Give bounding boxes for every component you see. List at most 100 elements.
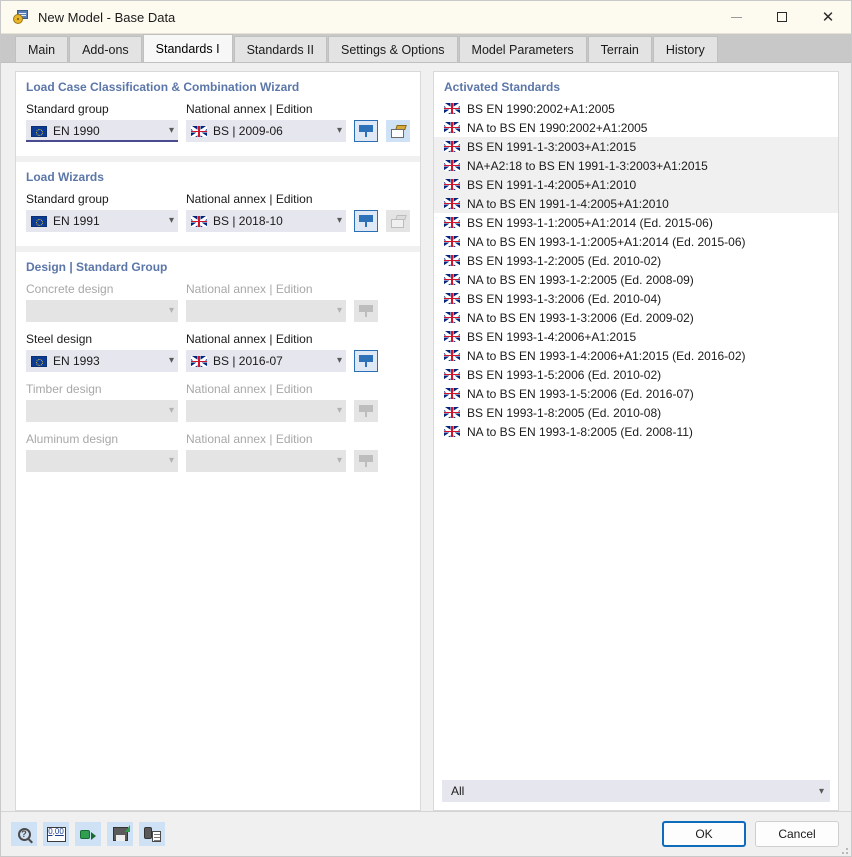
base-data-dialog: New Model - Base Data ✕ Main Add-ons Stand… (0, 0, 852, 857)
resize-grip[interactable] (838, 844, 848, 854)
list-item[interactable]: NA to BS EN 1991-1-4:2005+A1:2010 (434, 194, 838, 213)
steel-design-filter-button[interactable] (354, 350, 378, 372)
list-item[interactable]: BS EN 1993-1-8:2005 (Ed. 2010-08) (434, 403, 838, 422)
list-item-label: BS EN 1993-1-3:2006 (Ed. 2010-04) (467, 291, 662, 306)
activated-standards-list[interactable]: BS EN 1990:2002+A1:2005 NA to BS EN 1990:… (434, 99, 838, 774)
units-decimal-places-icon[interactable]: 0,00 (43, 822, 69, 846)
timber-design-annex-field: National annex | Edition ▾ (186, 382, 346, 422)
filter-funnel-icon (359, 404, 373, 418)
standard-group-label: Standard group (26, 192, 109, 206)
group-title: Load Case Classification & Combination W… (26, 80, 300, 94)
minimize-icon[interactable] (713, 1, 759, 33)
cancel-button[interactable]: Cancel (755, 821, 839, 847)
tab-standards-ii[interactable]: Standards II (233, 36, 327, 62)
list-item[interactable]: NA to BS EN 1993-1-5:2006 (Ed. 2016-07) (434, 384, 838, 403)
standard-group-select-0[interactable]: EN 1990 ▾ (26, 120, 178, 142)
close-icon[interactable]: ✕ (805, 1, 851, 33)
uk-flag-icon (444, 388, 460, 399)
timber-design-filter-button (354, 400, 378, 422)
aluminum-design-select: ▾ (26, 450, 178, 472)
national-annex-select-1[interactable]: BS | 2018-10 ▾ (186, 210, 346, 232)
list-item[interactable]: BS EN 1993-1-4:2006+A1:2015 (434, 327, 838, 346)
list-item-label: NA to BS EN 1991-1-4:2005+A1:2010 (467, 196, 669, 211)
group-load-wizards: Load Wizards Standard group EN 1991 ▾ Nation… (16, 156, 420, 246)
footer-toolbar: ? 0,00 (11, 822, 165, 846)
field-row: Standard group EN 1991 ▾ National annex | E… (26, 192, 410, 232)
list-item[interactable]: BS EN 1993-1-3:2006 (Ed. 2010-04) (434, 289, 838, 308)
national-annex-label: National annex | Edition (186, 102, 313, 116)
standard-group-select-1-flag-icon (31, 215, 47, 227)
uk-flag-icon (444, 103, 460, 114)
list-item[interactable]: NA to BS EN 1993-1-1:2005+A1:2014 (Ed. 2… (434, 232, 838, 251)
national-annex-label: National annex | Edition (186, 282, 313, 296)
national-annex-select-1-value: BS | 2018-10 (213, 214, 283, 228)
tab-standards-i[interactable]: Standards I (142, 34, 233, 62)
standards-filter-bar: All ▾ (434, 774, 838, 810)
standards-filter-select[interactable]: All ▾ (442, 780, 830, 802)
copy-from-model-icon[interactable] (139, 822, 165, 846)
national-annex-select-0[interactable]: BS | 2009-06 ▾ (186, 120, 346, 142)
steel-design-annex-select[interactable]: BS | 2016-07 ▾ (186, 350, 346, 372)
annex-filter-button-1[interactable] (354, 210, 378, 232)
group-design-standard: Design | Standard Group Concrete design ▾ N… (16, 246, 420, 492)
group-title: Design | Standard Group (26, 260, 168, 274)
list-item[interactable]: BS EN 1993-1-5:2006 (Ed. 2010-02) (434, 365, 838, 384)
list-item[interactable]: BS EN 1991-1-4:2005+A1:2010 (434, 175, 838, 194)
uk-flag-icon (444, 407, 460, 418)
list-item[interactable]: BS EN 1991-1-3:2003+A1:2015 (434, 137, 838, 156)
list-item-label: BS EN 1991-1-4:2005+A1:2010 (467, 177, 637, 192)
list-item[interactable]: BS EN 1990:2002+A1:2005 (434, 99, 838, 118)
list-item-label: NA to BS EN 1993-1-1:2005+A1:2014 (Ed. 2… (467, 234, 746, 249)
aluminum-design-label: Aluminum design (26, 432, 119, 446)
steel-design-select-flag-icon (31, 355, 47, 367)
tab-history[interactable]: History (652, 36, 718, 62)
list-item[interactable]: BS EN 1993-1-2:2005 (Ed. 2010-02) (434, 251, 838, 270)
uk-flag-icon (444, 312, 460, 323)
aluminum-design-annex-select: ▾ (186, 450, 346, 472)
list-item[interactable]: NA to BS EN 1993-1-8:2005 (Ed. 2008-11) (434, 422, 838, 441)
tab-terrain[interactable]: Terrain (587, 36, 652, 62)
list-item-label: BS EN 1993-1-8:2005 (Ed. 2010-08) (467, 405, 662, 420)
maximize-icon[interactable] (759, 1, 805, 33)
package-box-icon (390, 124, 407, 138)
standard-group-select-1[interactable]: EN 1991 ▾ (26, 210, 178, 232)
filter-funnel-icon (359, 214, 373, 228)
list-item[interactable]: BS EN 1993-1-1:2005+A1:2014 (Ed. 2015-06… (434, 213, 838, 232)
ok-button[interactable]: OK (662, 821, 746, 847)
steel-design-select[interactable]: EN 1993 ▾ (26, 350, 178, 372)
filter-funnel-icon (359, 304, 373, 318)
save-as-default-icon[interactable] (107, 822, 133, 846)
national-annex-select-1-flag-icon (191, 215, 207, 227)
tab-model-parameters[interactable]: Model Parameters (458, 36, 587, 62)
list-item[interactable]: NA to BS EN 1993-1-4:2006+A1:2015 (Ed. 2… (434, 346, 838, 365)
chevron-down-icon: ▾ (168, 125, 174, 136)
uk-flag-icon (444, 331, 460, 342)
uk-flag-icon (444, 293, 460, 304)
group-load-case-wizard: Load Case Classification & Combination W… (16, 72, 420, 156)
chevron-down-icon: ▾ (168, 455, 174, 466)
help-magnifier-icon[interactable]: ? (11, 822, 37, 846)
steel-design-label: Steel design (26, 332, 93, 346)
tab-add-ons[interactable]: Add-ons (69, 36, 142, 62)
model-base-data-icon (13, 9, 29, 25)
standard-group-select-1-value: EN 1991 (53, 214, 100, 228)
chevron-down-icon: ▾ (818, 785, 824, 797)
title-bar: New Model - Base Data ✕ (1, 1, 851, 34)
national-annex-select-0-flag-icon (191, 125, 207, 137)
uk-flag-icon (444, 141, 460, 152)
uk-flag-icon (444, 255, 460, 266)
tab-main[interactable]: Main (15, 36, 69, 62)
field-row-aluminum-design: Aluminum design ▾ National annex | Edition… (26, 432, 410, 472)
annex-package-button-0[interactable] (386, 120, 410, 142)
list-item[interactable]: NA to BS EN 1990:2002+A1:2005 (434, 118, 838, 137)
aluminum-design-filter-button (354, 450, 378, 472)
import-plugin-icon[interactable] (75, 822, 101, 846)
uk-flag-icon (444, 426, 460, 437)
list-item[interactable]: NA to BS EN 1993-1-3:2006 (Ed. 2009-02) (434, 308, 838, 327)
list-item[interactable]: NA+A2:18 to BS EN 1991-1-3:2003+A1:2015 (434, 156, 838, 175)
list-item-label: BS EN 1993-1-4:2006+A1:2015 (467, 329, 637, 344)
window-title: New Model - Base Data (38, 9, 176, 25)
list-item[interactable]: NA to BS EN 1993-1-2:2005 (Ed. 2008-09) (434, 270, 838, 289)
annex-filter-button-0[interactable] (354, 120, 378, 142)
tab-settings-options[interactable]: Settings & Options (328, 36, 458, 62)
